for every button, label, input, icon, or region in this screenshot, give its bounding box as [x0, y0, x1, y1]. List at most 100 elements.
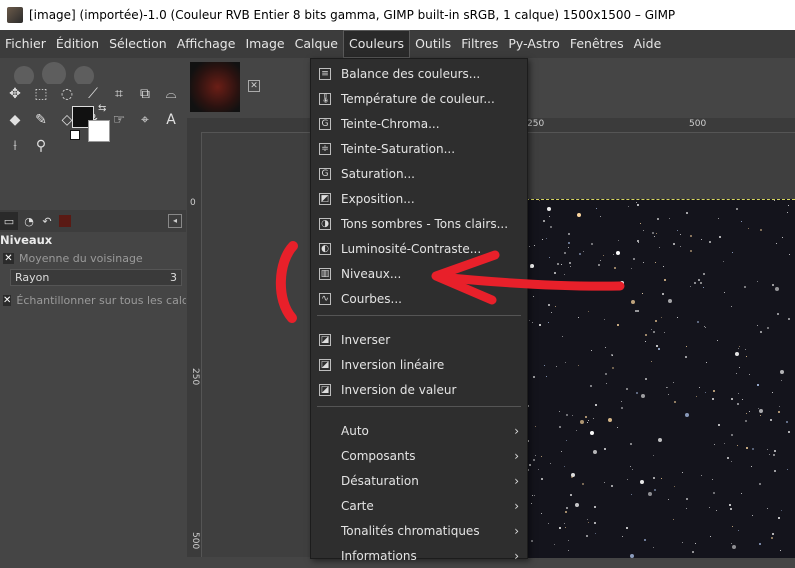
menu-item-température-de-couleur[interactable]: 🌡 Température de couleur...	[311, 86, 527, 111]
image-canvas[interactable]	[526, 199, 795, 558]
warp-tool-icon[interactable]: ⌓	[158, 82, 184, 106]
menu-item-informations[interactable]: Informations ›	[311, 543, 527, 568]
menu-item-exposition[interactable]: ◩ Exposition...	[311, 186, 527, 211]
menu-calque[interactable]: Calque	[290, 30, 343, 58]
star	[533, 459, 535, 461]
sample-average-checkbox[interactable]: ✕	[3, 252, 14, 264]
rect-select-tool-icon[interactable]: ⬚	[28, 82, 54, 106]
menu-item-auto[interactable]: Auto ›	[311, 418, 527, 443]
menu-item-inverser[interactable]: ◪ Inverser	[311, 327, 527, 352]
menu-fenetres[interactable]: Fenêtres	[565, 30, 629, 58]
device-status-tab-icon[interactable]: ◔	[20, 212, 38, 230]
menu-py-astro[interactable]: Py-Astro	[503, 30, 564, 58]
star	[543, 220, 545, 222]
menu-item-inversion-linéaire[interactable]: ◪ Inversion linéaire	[311, 352, 527, 377]
star	[772, 533, 774, 535]
star	[626, 527, 628, 529]
menu-separator	[317, 406, 521, 407]
transform-tool-icon[interactable]: ⧉	[132, 82, 158, 106]
menu-selection[interactable]: Sélection	[104, 30, 172, 58]
menu-item-composants[interactable]: Composants ›	[311, 443, 527, 468]
star	[559, 426, 561, 428]
star	[737, 445, 738, 446]
sample-average-label: Moyenne du voisinage	[19, 251, 143, 265]
star	[656, 233, 657, 234]
background-color-swatch[interactable]	[88, 120, 110, 142]
paintbrush-tool-icon[interactable]: ✎	[28, 108, 54, 132]
menu-item-saturation[interactable]: G Saturation...	[311, 161, 527, 186]
menu-item-tonalités-chromatiques[interactable]: Tonalités chromatiques ›	[311, 518, 527, 543]
close-image-tab-icon[interactable]: ✕	[248, 80, 260, 92]
color-picker-tool-icon[interactable]: ⟊	[2, 134, 28, 158]
star	[773, 454, 775, 456]
menu-item-carte[interactable]: Carte ›	[311, 493, 527, 518]
images-tab-icon[interactable]	[56, 212, 74, 230]
menu-item-luminosité-contraste[interactable]: ◐ Luminosité-Contraste...	[311, 236, 527, 261]
star	[657, 218, 659, 220]
menu-separator	[317, 315, 521, 316]
star	[643, 262, 644, 263]
menu-aide[interactable]: Aide	[629, 30, 667, 58]
star	[645, 378, 647, 380]
menu-couleurs[interactable]: Couleurs	[343, 30, 411, 58]
star	[727, 457, 729, 459]
path-tool-icon[interactable]: ⌖	[132, 108, 158, 132]
star	[640, 480, 644, 484]
star	[655, 320, 657, 322]
star	[533, 296, 534, 297]
menu-filtres[interactable]: Filtres	[456, 30, 503, 58]
menu-affichage[interactable]: Affichage	[172, 30, 241, 58]
star	[638, 242, 639, 243]
menu-item-tons-sombres-tons-clairs[interactable]: ◑ Tons sombres - Tons clairs...	[311, 211, 527, 236]
menu-item-teinte-chroma[interactable]: G Teinte-Chroma...	[311, 111, 527, 136]
lasso-tool-icon[interactable]: ◌	[54, 82, 80, 106]
zoom-tool-icon[interactable]: ⚲	[28, 134, 54, 158]
crop-tool-icon[interactable]: ⌗	[106, 82, 132, 106]
bucket-fill-tool-icon[interactable]: ◆	[2, 108, 28, 132]
linear-invert-icon: ◪	[319, 358, 331, 371]
star	[661, 317, 662, 318]
menu-outils[interactable]: Outils	[410, 30, 456, 58]
star	[677, 317, 678, 318]
star	[644, 539, 646, 541]
sample-all-option[interactable]: ✕ Échantillonner sur tous les calques	[0, 291, 186, 309]
star	[759, 543, 761, 545]
swap-colors-icon[interactable]: ⇆	[98, 103, 106, 114]
text-tool-icon[interactable]: A	[158, 108, 184, 132]
sample-average-option[interactable]: ✕ Moyenne du voisinage	[0, 249, 186, 267]
menu-item-niveaux[interactable]: ▥ Niveaux...	[311, 261, 527, 286]
star	[531, 540, 533, 542]
star	[709, 241, 711, 243]
menu-fichier[interactable]: Fichier	[0, 30, 51, 58]
star	[668, 394, 669, 395]
star	[562, 336, 563, 337]
move-tool-icon[interactable]: ✥	[2, 82, 28, 106]
star	[592, 286, 593, 287]
reset-colors-icon[interactable]	[70, 130, 80, 140]
star	[641, 394, 645, 398]
star	[628, 206, 629, 207]
menu-item-désaturation[interactable]: Désaturation ›	[311, 468, 527, 493]
radius-field[interactable]: Rayon 3	[10, 269, 182, 286]
star	[614, 267, 616, 269]
star	[664, 332, 665, 333]
menu-item-courbes[interactable]: ∿ Courbes...	[311, 286, 527, 311]
star	[741, 221, 742, 222]
submenu-arrow-icon: ›	[514, 548, 519, 563]
image-tab-thumbnail[interactable]	[190, 62, 240, 112]
star	[595, 533, 596, 534]
star	[539, 324, 541, 326]
star	[576, 430, 577, 431]
menu-item-inversion-de-valeur[interactable]: ◪ Inversion de valeur	[311, 377, 527, 402]
sample-all-checkbox[interactable]: ✕	[3, 294, 12, 306]
star	[771, 537, 773, 539]
menu-item-teinte-saturation[interactable]: ≑ Teinte-Saturation...	[311, 136, 527, 161]
menu-item-balance-des-couleurs[interactable]: ≡ Balance des couleurs...	[311, 61, 527, 86]
star	[645, 341, 646, 342]
star	[569, 262, 571, 264]
menu-edition[interactable]: Édition	[51, 30, 104, 58]
menu-image[interactable]: Image	[240, 30, 289, 58]
tool-options-tab-icon[interactable]: ▭	[0, 212, 18, 230]
dock-menu-icon[interactable]: ◂	[168, 214, 182, 228]
undo-history-tab-icon[interactable]: ↶	[38, 212, 56, 230]
